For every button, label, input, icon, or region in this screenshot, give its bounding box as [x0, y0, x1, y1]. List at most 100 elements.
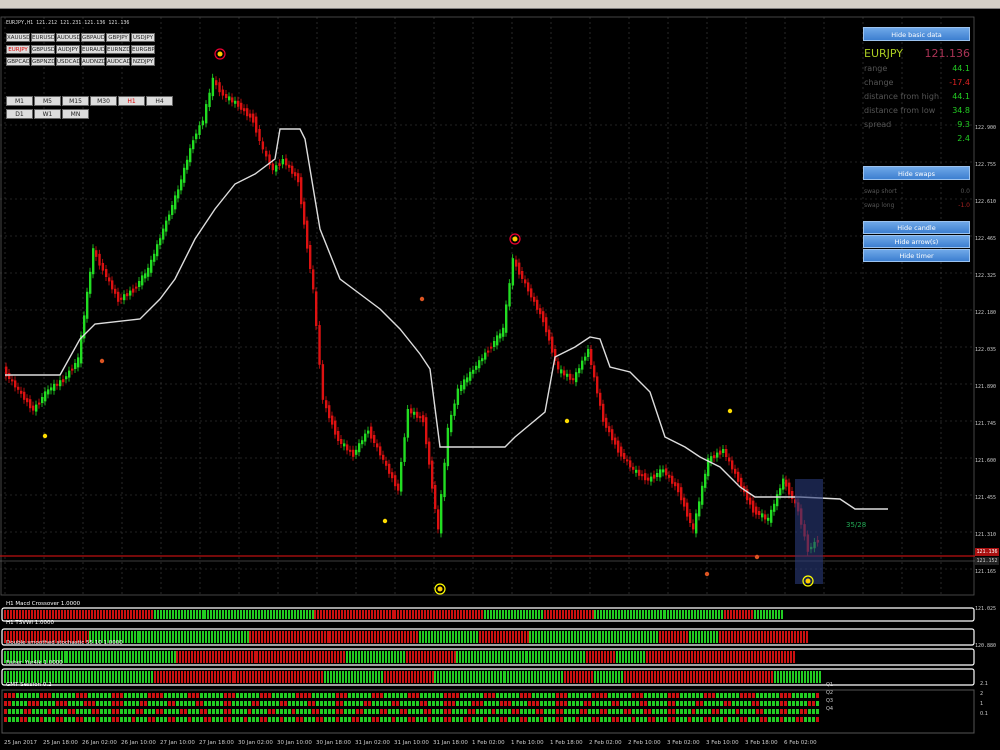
indicator-bar	[609, 610, 611, 619]
current-price-tag-2: 121.152	[975, 557, 999, 565]
indicator-bar	[237, 610, 239, 619]
swap-short-row: swap short 0.0	[862, 187, 970, 197]
session-dot	[584, 709, 587, 714]
symbol-button-eurjpy[interactable]: EURJPY	[6, 45, 30, 54]
timeframe-button-mn[interactable]: MN	[62, 109, 89, 119]
symbol-button-audjpy[interactable]: AUDJPY	[56, 45, 80, 54]
indicator-bar	[382, 651, 384, 663]
symbol-button-usdjpy[interactable]: USDJPY	[131, 33, 155, 42]
symbol-button-eurusd[interactable]: EURUSD	[31, 33, 55, 42]
indicator-bar	[300, 671, 302, 683]
candle-body	[135, 286, 138, 289]
timeframe-button-m30[interactable]: M30	[90, 96, 117, 106]
session-dot	[44, 701, 47, 706]
candle-body	[331, 415, 334, 425]
hide-swaps-button[interactable]: Hide swaps	[863, 166, 970, 180]
indicator-bar	[193, 610, 195, 619]
candle-body	[132, 288, 135, 293]
session-dot	[648, 693, 651, 698]
hide-timer-button[interactable]: Hide timer	[863, 249, 970, 262]
indicator-bar	[270, 671, 272, 683]
session-dot	[816, 709, 819, 714]
session-dot	[508, 693, 511, 698]
symbol-button-audcad[interactable]: AUDCAD	[106, 57, 131, 66]
symbol-button-gbpaud[interactable]: GBPAUD	[81, 33, 105, 42]
symbol-button-xauusd[interactable]: XAUUSD	[6, 33, 30, 42]
candle-body	[198, 125, 201, 135]
indicator-bar	[324, 631, 326, 643]
session-dot	[480, 709, 483, 714]
symbol-button-gbpusd[interactable]: GBPUSD	[31, 45, 55, 54]
symbol-button-eurgbp[interactable]: EURGBP	[131, 45, 155, 54]
symbol-button-gbpjpy[interactable]: GBPJPY	[106, 33, 130, 42]
indicator-bar	[202, 631, 204, 643]
indicator-bar	[764, 631, 766, 643]
indicator-bar	[190, 610, 192, 619]
indicator-bar	[641, 631, 643, 643]
session-dot	[788, 701, 791, 706]
indicator-bar	[528, 671, 530, 683]
indicator-bar	[446, 671, 448, 683]
session-dot	[760, 693, 763, 698]
session-dot	[320, 701, 323, 706]
session-dot	[668, 693, 671, 698]
timeframe-button-w1[interactable]: W1	[34, 109, 61, 119]
session-dot	[180, 693, 183, 698]
symbol-button-euraud[interactable]: EURAUD	[81, 45, 105, 54]
candle-body	[352, 449, 355, 457]
timeframe-button-d1[interactable]: D1	[6, 109, 33, 119]
indicator-bar	[321, 631, 323, 643]
price-axis-label: 121.890	[975, 384, 997, 390]
symbol-button-gbpnzd[interactable]: GBPNZD	[31, 57, 55, 66]
indicator-bar	[445, 610, 447, 619]
symbol-button-audnzd[interactable]: AUDNZD	[81, 57, 106, 66]
session-dot	[696, 701, 699, 706]
session-dot	[504, 693, 507, 698]
session-dot	[804, 693, 807, 698]
symbol-button-nzdjpy[interactable]: NZDJPY	[131, 57, 155, 66]
indicator-bar	[400, 610, 402, 619]
hide-candle-button[interactable]: Hide candle	[863, 221, 970, 234]
session-dot	[692, 709, 695, 714]
indicator-bar	[487, 610, 489, 619]
chart-window[interactable]: EURJPY,H1 121.212 121.231 121.136 121.13…	[0, 9, 1000, 750]
indicator-bar	[586, 610, 588, 619]
candle-body	[361, 440, 364, 445]
indicator-bar	[689, 631, 691, 643]
indicator-bar	[355, 651, 357, 663]
session-dot	[224, 709, 227, 714]
price-chart-canvas[interactable]	[0, 9, 1000, 750]
indicator-bar	[176, 651, 178, 663]
symbol-button-gbpcad[interactable]: GBPCAD	[6, 57, 30, 66]
session-dot	[672, 717, 675, 722]
symbol-button-usdcad[interactable]: USDCAD	[56, 57, 81, 66]
session-dot	[8, 693, 11, 698]
session-dot	[708, 701, 711, 706]
indicator-bar	[525, 671, 527, 683]
session-dot	[748, 701, 751, 706]
candle-body	[428, 441, 431, 465]
candle-body	[237, 100, 240, 107]
session-dot	[24, 709, 27, 714]
timeframe-button-m15[interactable]: M15	[62, 96, 89, 106]
symbol-button-audusd[interactable]: AUDUSD	[56, 33, 81, 42]
timeframe-button-m5[interactable]: M5	[34, 96, 61, 106]
indicator-bar	[757, 610, 759, 619]
hide-arrows-button[interactable]: Hide arrow(s)	[863, 235, 970, 248]
symbol-button-eurnzd[interactable]: EURNZD	[106, 45, 130, 54]
timeframe-button-h4[interactable]: H4	[146, 96, 173, 106]
indicator-bar	[78, 651, 80, 663]
time-axis-label: 3 Feb 10:00	[706, 740, 739, 746]
timeframe-button-m1[interactable]: M1	[6, 96, 33, 106]
session-dot	[172, 717, 175, 722]
session-dot	[456, 701, 459, 706]
indicator-bar	[221, 651, 223, 663]
session-dot	[500, 709, 503, 714]
session-dot	[352, 709, 355, 714]
indicator-bar	[238, 631, 240, 643]
session-dot	[648, 701, 651, 706]
hide-basic-data-button[interactable]: Hide basic data	[863, 27, 970, 41]
session-dot	[296, 701, 299, 706]
timeframe-button-h1[interactable]: H1	[118, 96, 145, 106]
session-dot	[752, 693, 755, 698]
